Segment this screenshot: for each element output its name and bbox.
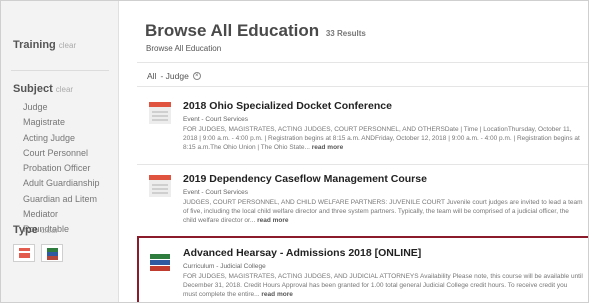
- result-meta: Event - Court Services: [183, 189, 249, 196]
- filter-all-link[interactable]: All: [147, 71, 156, 81]
- result-description: JUDGES, COURT PERSONNEL, AND CHILD WELFA…: [183, 198, 583, 226]
- result-title[interactable]: 2018 Ohio Specialized Docket Conference: [183, 100, 392, 112]
- facet-training-header: Training clear: [13, 39, 76, 51]
- result-title[interactable]: 2019 Dependency Caseflow Management Cour…: [183, 173, 427, 185]
- breadcrumb[interactable]: Browse All Education: [146, 44, 221, 53]
- event-icon: [149, 175, 171, 197]
- result-title[interactable]: Advanced Hearsay - Admissions 2018 [ONLI…: [183, 247, 421, 259]
- facet-sidebar: Training clear Subject clear Judge Magistr…: [1, 1, 119, 302]
- result-description: FOR JUDGES, MAGISTRATES, ACTING JUDGES, …: [183, 125, 583, 153]
- result-description: FOR JUDGES, MAGISTRATES, ACTING JUDGES, …: [183, 272, 583, 300]
- page-title: Browse All Education 33 Results: [145, 21, 366, 41]
- result-description-text: JUDGES, COURT PERSONNEL, AND CHILD WELFA…: [183, 199, 583, 225]
- subject-item-acting-judge[interactable]: Acting Judge: [23, 131, 100, 146]
- subject-item-court-personnel[interactable]: Court Personnel: [23, 146, 100, 161]
- facet-type-label: Type: [13, 224, 38, 236]
- subject-item-mediator[interactable]: Mediator: [23, 207, 100, 222]
- facet-subject-clear-link[interactable]: clear: [56, 85, 73, 94]
- subject-item-probation-officer[interactable]: Probation Officer: [23, 161, 100, 176]
- result-meta: Curriculum - Judicial College: [183, 263, 266, 270]
- result-item-highlighted: Advanced Hearsay - Admissions 2018 [ONLI…: [137, 236, 588, 302]
- page-frame: Training clear Subject clear Judge Magistr…: [0, 0, 589, 303]
- facet-training-label: Training: [13, 39, 56, 51]
- subject-facet-list: Judge Magistrate Acting Judge Court Pers…: [23, 100, 100, 238]
- type-facet-icons: [13, 244, 63, 262]
- read-more-link[interactable]: read more: [312, 144, 343, 151]
- page-title-text: Browse All Education: [145, 21, 320, 40]
- facet-type-clear-link[interactable]: clear: [41, 226, 58, 235]
- main-content: Browse All Education 33 Results Browse A…: [119, 1, 588, 302]
- results-count: 33 Results: [325, 29, 366, 38]
- filter-judge-label: - Judge: [160, 71, 189, 81]
- facet-type-header: Type clear: [13, 224, 58, 236]
- event-icon: [149, 102, 171, 124]
- result-description-text: FOR JUDGES, MAGISTRATES, ACTING JUDGES, …: [183, 126, 580, 152]
- facet-subject-label: Subject: [13, 83, 53, 95]
- facet-training-clear-link[interactable]: clear: [59, 41, 76, 50]
- active-filters: All - Judge ×: [147, 71, 201, 81]
- remove-filter-icon[interactable]: ×: [192, 72, 201, 80]
- subject-item-judge[interactable]: Judge: [23, 100, 100, 115]
- result-description-text: FOR JUDGES, MAGISTRATES, ACTING JUDGES, …: [183, 273, 583, 299]
- facet-subject-header: Subject clear: [13, 83, 73, 95]
- subject-item-guardian-ad-litem[interactable]: Guardian ad Litem: [23, 192, 100, 207]
- header-divider: [137, 62, 588, 63]
- curriculum-icon: [149, 252, 171, 274]
- curriculum-icon[interactable]: [41, 244, 63, 262]
- subject-item-adult-guardianship[interactable]: Adult Guardianship: [23, 176, 100, 191]
- read-more-link[interactable]: read more: [261, 291, 292, 298]
- read-more-link[interactable]: read more: [257, 217, 288, 224]
- facet-divider: [11, 70, 109, 71]
- subject-item-magistrate[interactable]: Magistrate: [23, 115, 100, 130]
- result-meta: Event - Court Services: [183, 116, 249, 123]
- result-item: 2019 Dependency Caseflow Management Cour…: [139, 161, 588, 236]
- filters-divider: [137, 86, 588, 87]
- event-icon[interactable]: [13, 244, 35, 262]
- result-item: 2018 Ohio Specialized Docket Conference …: [139, 88, 588, 164]
